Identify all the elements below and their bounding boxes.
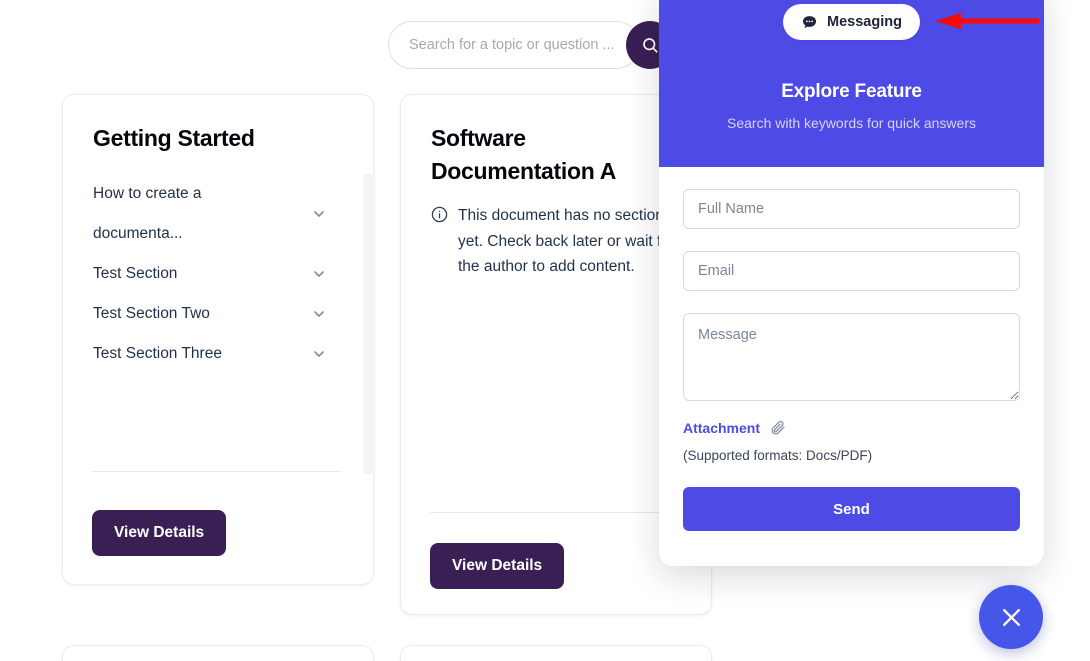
info-circle-icon [431, 206, 448, 223]
search-bar [388, 21, 678, 69]
send-button[interactable]: Send [683, 487, 1020, 531]
card-placeholder-bottom-right[interactable] [400, 645, 712, 661]
app-root: Getting Started How to create a document… [0, 0, 1090, 661]
section-label: Test Section Two [93, 305, 210, 322]
close-x-icon [1002, 608, 1020, 626]
arrow-left-annotation [935, 13, 1039, 29]
panel-subheading: Search with keywords for quick answers [727, 115, 976, 131]
search-input[interactable] [388, 21, 640, 69]
section-list-scrollbar[interactable] [363, 174, 375, 474]
card-divider [92, 471, 342, 472]
section-label: Test Section [93, 265, 178, 282]
card-divider [430, 512, 680, 513]
empty-state: This document has no sections yet. Check… [431, 203, 677, 280]
message-textarea[interactable] [683, 313, 1020, 401]
paperclip-icon[interactable] [769, 419, 786, 436]
email-input[interactable] [683, 251, 1020, 291]
empty-state-text: This document has no sections yet. Check… [458, 207, 676, 276]
card-title: Software Documentation A [431, 125, 617, 185]
view-details-button[interactable]: View Details [430, 543, 565, 589]
section-label: Test Section Three [93, 345, 222, 362]
section-row[interactable]: How to create a documenta... [93, 174, 331, 254]
search-icon [643, 38, 658, 53]
section-row[interactable]: Test Section Two [93, 294, 331, 334]
section-label: How to create a documenta... [93, 185, 202, 242]
full-name-input[interactable] [683, 189, 1020, 229]
attachment-row: Attachment [683, 419, 1020, 436]
messaging-form: Attachment (Supported formats: Docs/PDF)… [659, 167, 1044, 531]
close-chat-button[interactable] [979, 585, 1043, 649]
tab-messaging-label: Messaging [827, 14, 902, 30]
tab-messaging[interactable]: Messaging [783, 4, 920, 40]
card-title: Getting Started [93, 125, 255, 151]
section-row[interactable]: Test Section Three [93, 334, 331, 374]
attachment-note: (Supported formats: Docs/PDF) [683, 448, 873, 463]
chevron-down-icon [314, 351, 324, 357]
messaging-panel-header: Messaging Explore Feature Search with ke… [659, 0, 1044, 167]
chevron-down-icon [314, 211, 324, 217]
section-row[interactable]: Test Section [93, 254, 331, 294]
panel-heading: Explore Feature [781, 81, 922, 102]
card-placeholder-bottom-left[interactable] [62, 645, 374, 661]
section-list: How to create a documenta... Test Sectio… [93, 174, 375, 474]
view-details-button[interactable]: View Details [92, 510, 227, 556]
attachment-link[interactable]: Attachment [683, 420, 760, 436]
chat-bubble-icon [803, 15, 817, 28]
chevron-down-icon [314, 311, 324, 317]
chevron-down-icon [314, 271, 324, 277]
messaging-panel: Messaging Explore Feature Search with ke… [659, 0, 1044, 566]
